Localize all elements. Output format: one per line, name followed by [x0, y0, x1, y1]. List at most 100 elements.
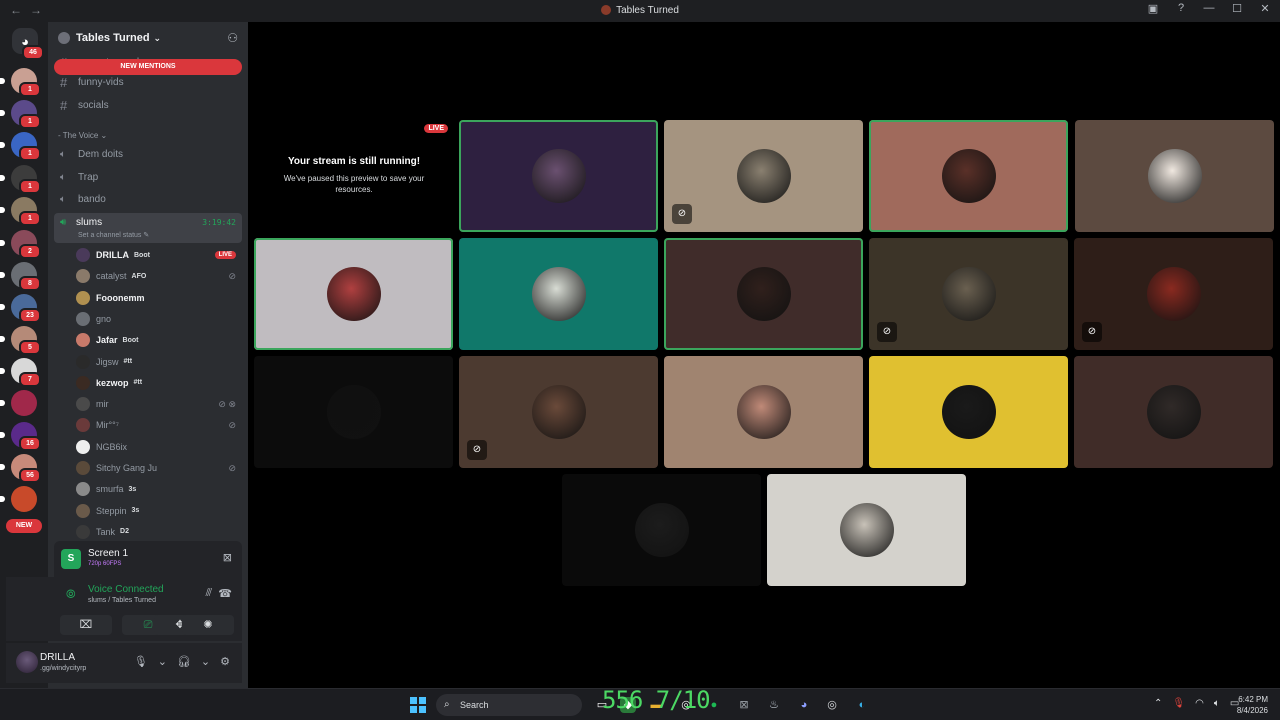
voice-channel-bando[interactable]: 🔈︎ bando — [54, 189, 242, 209]
search-label: Search — [460, 700, 489, 710]
wifi-icon[interactable]: ◠ — [1195, 698, 1204, 709]
voice-member[interactable]: kezwop #tt — [76, 373, 242, 393]
participant-tile[interactable] — [664, 356, 863, 468]
voice-member[interactable]: Jigsw #tt — [76, 352, 242, 372]
voice-member[interactable]: Fooonemm — [76, 288, 242, 308]
voice-member[interactable]: DRILLA Boot LIVE — [76, 245, 242, 265]
discord-icon[interactable]: ◕ — [796, 697, 812, 713]
stop-stream-icon[interactable]: ⊠ — [223, 551, 232, 564]
participant-tile[interactable] — [562, 474, 761, 586]
soundboard-button[interactable]: ✺ — [182, 615, 234, 635]
participant-tile[interactable] — [767, 474, 966, 586]
headphones-icon[interactable]: 🎧︎ — [177, 655, 191, 668]
participant-tile[interactable] — [1075, 120, 1274, 232]
participant-tile[interactable] — [664, 238, 863, 350]
participant-tile[interactable] — [459, 238, 658, 350]
server-icon[interactable]: 56 — [0, 454, 41, 483]
channel-label: Trap — [78, 171, 99, 183]
voice-member[interactable]: Mir°°⁷ ⊘ — [76, 415, 242, 435]
windows-start-icon[interactable] — [410, 697, 426, 713]
voice-member[interactable]: gno — [76, 309, 242, 329]
participant-tile[interactable]: ⊘ — [869, 238, 1068, 350]
minimize-button[interactable]: — — [1202, 2, 1216, 15]
add-member-icon[interactable]: ⚇ — [227, 31, 238, 45]
voice-member[interactable]: Steppin 3s — [76, 501, 242, 521]
voice-member[interactable]: catalyst AFO ⊘ — [76, 266, 242, 286]
participant-tile[interactable] — [254, 238, 453, 350]
server-icon[interactable]: 1 — [0, 68, 41, 97]
voice-member[interactable]: smurfa 3s — [76, 479, 242, 499]
chevron-up-icon[interactable]: ⌃ — [1154, 698, 1162, 709]
server-icon[interactable]: 1 — [0, 100, 41, 129]
server-icon[interactable]: 5 — [0, 326, 41, 355]
system-tray: ⌃ 🎙︎ ◠ 🔈︎ ▭ — [1154, 698, 1239, 709]
voice-connected-subtitle[interactable]: slums / Tables Turned — [88, 597, 156, 604]
server-icon[interactable]: 2 — [0, 230, 41, 259]
microphone-icon[interactable]: 🎙︎ — [1172, 698, 1185, 709]
voice-channel-slums[interactable]: 🔊︎ slums 3:19:42 Set a channel status ✎ — [54, 213, 242, 243]
paused-stream-preview[interactable]: LIVE Your stream is still running! We've… — [256, 120, 452, 232]
voice-member[interactable]: Tank D2 — [76, 522, 242, 542]
user-avatar[interactable] — [16, 651, 38, 673]
taskbar-search[interactable]: ⌕ Search — [436, 694, 582, 716]
guild-header[interactable]: Tables Turned ⌄ ⚇ — [48, 22, 248, 54]
taskbar-clock[interactable]: 6:42 PM 8/4/2026 — [1228, 694, 1268, 716]
chrome-icon[interactable]: ◎ — [824, 697, 840, 713]
server-icon[interactable]: 1 — [0, 197, 41, 226]
server-icon[interactable]: 16 — [0, 422, 41, 451]
server-badge: 1 — [19, 179, 41, 194]
help-icon[interactable]: ? — [1174, 2, 1188, 15]
microphone-icon[interactable]: 🎙︎ — [134, 655, 148, 668]
voice-channel-dem-doits[interactable]: 🔈︎ Dem doits — [54, 144, 242, 164]
disconnect-icon[interactable]: ☎ — [218, 587, 232, 600]
home-button[interactable]: ◕ 46 — [12, 28, 44, 60]
participant-tile[interactable] — [459, 120, 658, 232]
participant-tile[interactable] — [869, 120, 1068, 232]
inbox-icon[interactable]: ▣ — [1146, 2, 1160, 15]
edge-icon[interactable]: ◐ — [854, 697, 870, 713]
participant-tile[interactable] — [254, 356, 453, 468]
mic-off-icon: ⊘ — [228, 270, 236, 281]
gear-icon[interactable]: ⚙ — [220, 655, 230, 668]
participant-tile[interactable]: ⊘ — [1074, 238, 1273, 350]
member-name: mir — [96, 399, 109, 410]
participant-tile[interactable] — [869, 356, 1068, 468]
server-icon[interactable] — [0, 390, 37, 416]
participant-tile[interactable]: ⊘ — [664, 120, 863, 232]
chevron-down-icon[interactable]: ⌄ — [158, 655, 167, 668]
category-the-voice[interactable]: - The Voice ⌄ — [58, 131, 107, 140]
voice-channel-trap[interactable]: 🔈︎ Trap — [54, 167, 242, 187]
channel-status[interactable]: Set a channel status ✎ — [78, 231, 149, 239]
camera-off-button[interactable]: ⌧ — [60, 615, 112, 635]
voice-member[interactable]: Jafar Boot — [76, 330, 242, 350]
server-icon[interactable]: 1 — [0, 165, 41, 194]
volume-icon[interactable]: 🔈︎ — [1214, 698, 1220, 709]
participant-tile[interactable] — [1074, 356, 1273, 468]
close-button[interactable]: ✕ — [1258, 2, 1272, 15]
server-icon[interactable]: 7 — [0, 358, 41, 387]
chevron-down-icon[interactable]: ⌄ — [201, 655, 210, 668]
server-icon[interactable]: 8 — [0, 262, 41, 291]
user-status: .gg/windycityrp — [40, 665, 87, 672]
voice-connected-title[interactable]: Voice Connected — [88, 584, 164, 595]
server-icon[interactable]: 23 — [0, 294, 41, 323]
xbox-icon[interactable]: ⊠ — [736, 697, 752, 713]
server-icon[interactable]: 1 — [0, 132, 41, 161]
voice-member[interactable]: mir ⊘ ⊗ — [76, 394, 242, 414]
channel-socials[interactable]: # socials — [54, 95, 242, 115]
voice-member[interactable]: Sitchy Gang Ju ⊘ — [76, 458, 242, 478]
member-avatar — [76, 461, 90, 475]
user-name[interactable]: DRILLA — [40, 652, 75, 663]
noise-suppression-icon[interactable]: ⫻ — [205, 587, 212, 600]
voice-member[interactable]: NGB6ix — [76, 437, 242, 457]
channel-label: socials — [78, 99, 109, 111]
channel-funny-vids[interactable]: # funny-vids — [54, 72, 242, 92]
unread-pill — [0, 78, 5, 84]
participant-avatar — [1147, 149, 1202, 203]
server-icon[interactable] — [0, 486, 37, 512]
maximize-button[interactable]: ☐ — [1230, 2, 1244, 15]
unread-pill — [0, 240, 5, 246]
steam-icon[interactable]: ♨ — [766, 697, 782, 713]
participant-tile[interactable]: ⊘ — [459, 356, 658, 468]
new-badge[interactable]: NEW — [6, 519, 42, 533]
